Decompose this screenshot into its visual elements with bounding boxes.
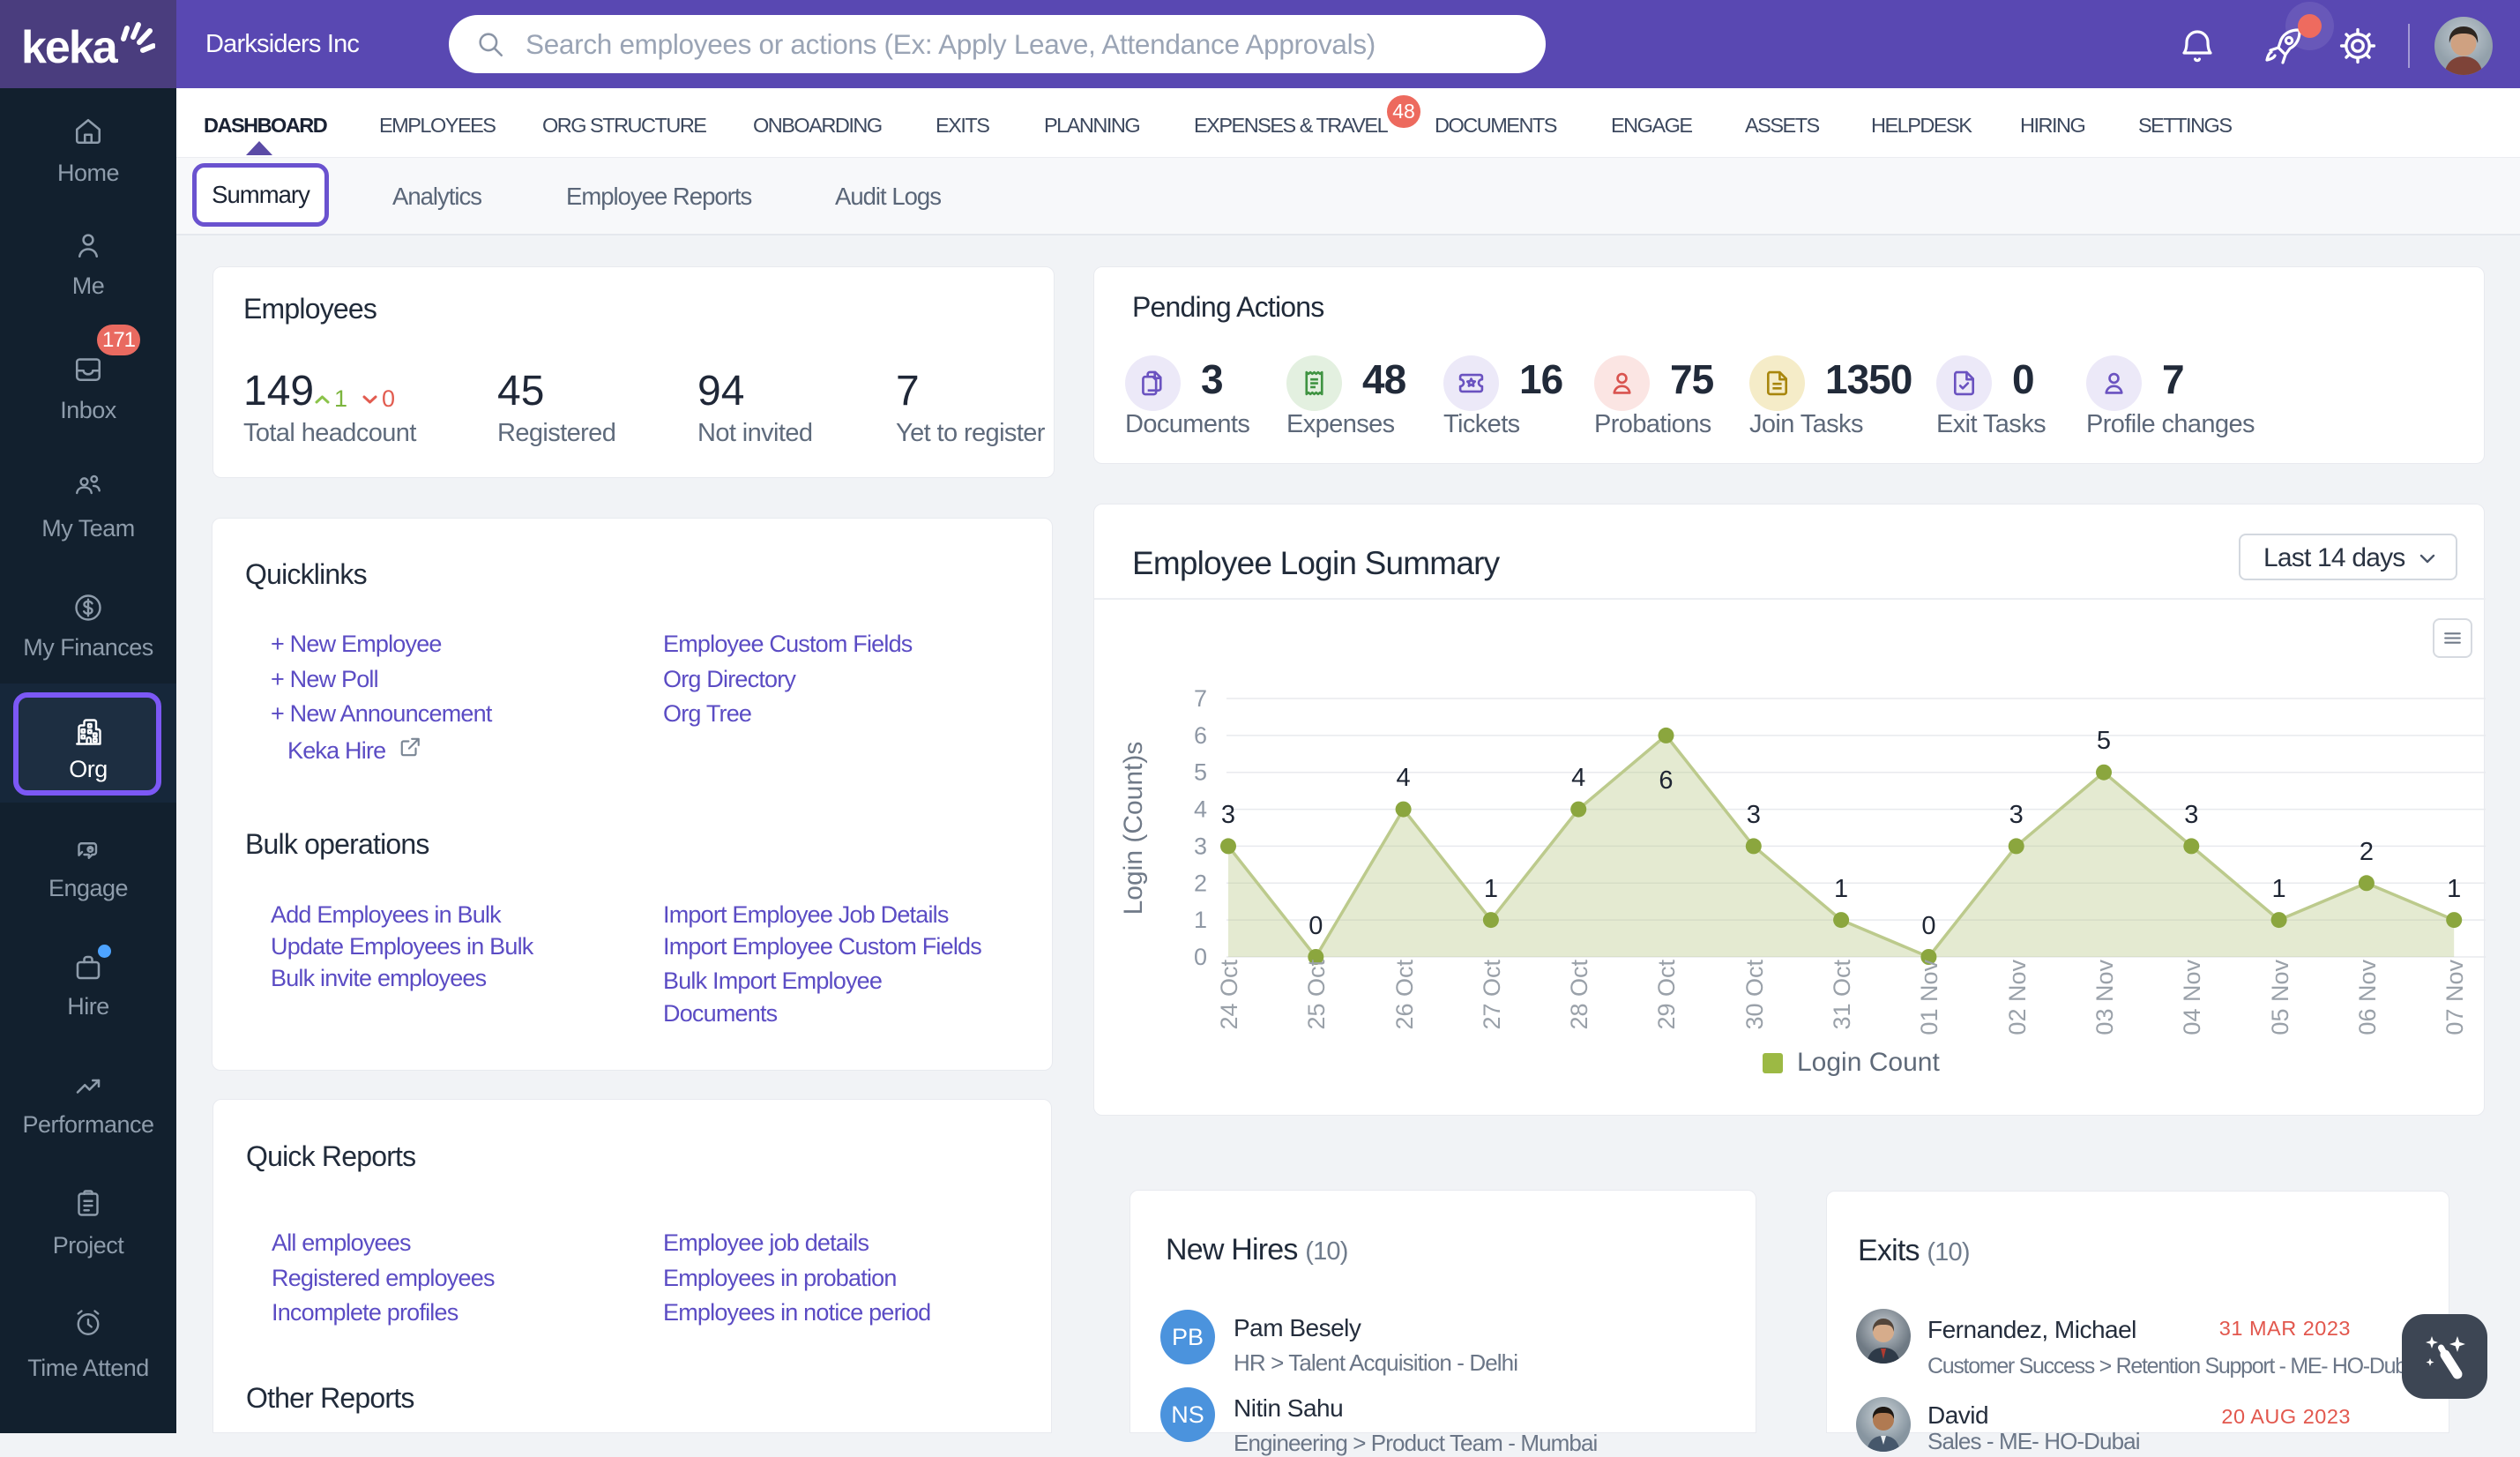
svg-text:05 Nov: 05 Nov [2267, 960, 2293, 1035]
svg-text:01 Nov: 01 Nov [1916, 960, 1942, 1035]
svg-text:1: 1 [1484, 875, 1498, 903]
svg-text:31 Oct: 31 Oct [1829, 960, 1855, 1030]
svg-text:keka: keka [21, 22, 119, 72]
svg-text:2: 2 [1194, 870, 1207, 896]
svg-text:0: 0 [1921, 912, 1935, 940]
svg-text:7: 7 [1194, 685, 1207, 712]
svg-text:0: 0 [1308, 912, 1323, 940]
svg-text:3: 3 [1747, 801, 1761, 829]
svg-text:0: 0 [1194, 944, 1207, 970]
svg-text:Login Count: Login Count [1797, 1048, 1940, 1077]
svg-text:04 Nov: 04 Nov [2179, 960, 2205, 1035]
svg-text:4: 4 [1194, 796, 1207, 823]
svg-text:27 Oct: 27 Oct [1479, 960, 1505, 1030]
svg-text:1: 1 [1834, 875, 1848, 903]
svg-text:07 Nov: 07 Nov [2442, 960, 2468, 1035]
svg-text:29 Oct: 29 Oct [1653, 960, 1680, 1030]
svg-text:5: 5 [1194, 759, 1207, 786]
svg-text:28 Oct: 28 Oct [1566, 960, 1592, 1030]
svg-text:2: 2 [2360, 838, 2374, 866]
svg-text:1: 1 [1194, 907, 1207, 933]
svg-text:4: 4 [1571, 764, 1585, 792]
svg-text:4: 4 [1397, 764, 1411, 792]
svg-text:3: 3 [2184, 801, 2198, 829]
svg-text:06 Nov: 06 Nov [2354, 960, 2381, 1035]
svg-text:24 Oct: 24 Oct [1216, 960, 1242, 1030]
svg-text:3: 3 [1221, 801, 1235, 829]
svg-text:6: 6 [1194, 722, 1207, 749]
svg-text:1: 1 [2447, 875, 2461, 903]
svg-text:03 Nov: 03 Nov [2091, 960, 2118, 1035]
svg-text:3: 3 [2009, 801, 2024, 829]
svg-text:3: 3 [1194, 833, 1207, 859]
svg-text:26 Oct: 26 Oct [1391, 960, 1418, 1030]
svg-text:5: 5 [2097, 727, 2111, 755]
svg-text:30 Oct: 30 Oct [1741, 960, 1768, 1030]
svg-text:25 Oct: 25 Oct [1303, 960, 1330, 1030]
svg-text:6: 6 [1659, 766, 1673, 795]
svg-text:1: 1 [2272, 875, 2286, 903]
svg-text:Login (Count)s: Login (Count)s [1119, 742, 1148, 915]
svg-text:02 Nov: 02 Nov [2004, 960, 2031, 1035]
